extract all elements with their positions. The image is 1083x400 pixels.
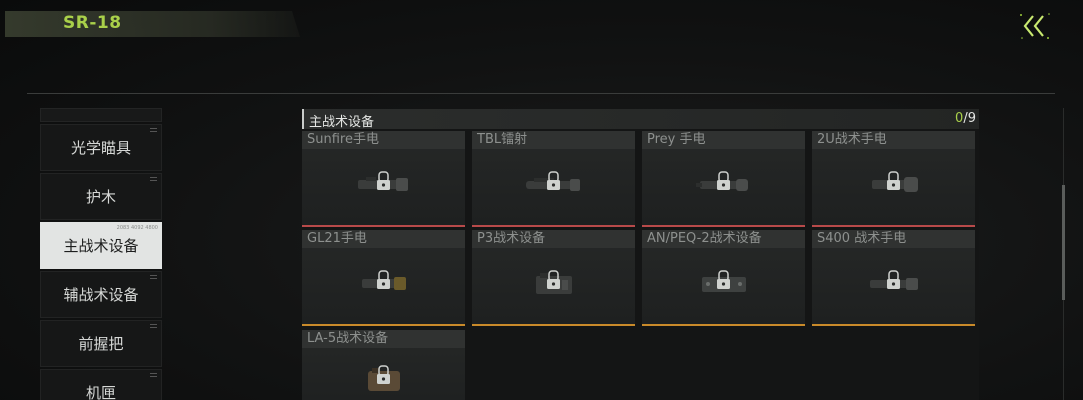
category-label: 护木 [85,188,116,206]
attachment-name: LA-5战术设备 [302,330,465,348]
corner-tick-icon [150,128,157,132]
corner-tick-icon [150,324,157,328]
attachment-card[interactable]: GL21手电 [302,230,465,326]
attachment-card[interactable]: TBL镭射 [472,131,635,227]
attachment-card[interactable]: 2U战术手电 [812,131,975,227]
panel-header: 主战术设备 0/9 [302,109,979,130]
back-button[interactable] [1016,8,1054,44]
attachment-name: P3战术设备 [472,230,635,248]
category-label: 主战术设备 [63,237,139,255]
category-handguard[interactable]: 护木 [40,173,162,220]
attachment-name: Prey 手电 [642,131,805,149]
category-secondary-tactical[interactable]: 辅战术设备 [40,271,162,318]
attachment-name: GL21手电 [302,230,465,248]
attachment-name: Sunfire手电 [302,131,465,149]
header-divider [27,93,1055,94]
category-list-top-cap [40,108,162,122]
flashlight-icon [357,170,408,191]
panel-title: 主战术设备 [309,115,375,130]
category-badge: 2083 4092 4800 [116,225,158,231]
laser-box-icon [535,269,572,294]
category-label: 光学瞄具 [70,139,131,157]
attachment-name: TBL镭射 [472,131,635,149]
attachment-card[interactable]: LA-5战术设备 [302,330,465,400]
corner-tick-icon [150,275,157,279]
attachment-name: AN/PEQ-2战术设备 [642,230,805,248]
corner-tick-icon [150,373,157,377]
category-label: 前握把 [78,335,124,353]
category-optics[interactable]: 光学瞄具 [40,124,162,171]
attachment-card[interactable]: S400 战术手电 [812,230,975,326]
category-foregrip[interactable]: 前握把 [40,320,162,367]
category-receiver[interactable]: 机匣 [40,369,162,400]
attachment-card[interactable]: P3战术设备 [472,230,635,326]
header-plate [5,11,300,37]
slot-count: 0/9 [955,111,976,126]
attachment-card[interactable]: Sunfire手电 [302,131,465,227]
corner-tick-icon [150,177,157,181]
flashlight-icon [871,170,918,192]
flashlight-icon [361,269,406,290]
double-chevron-left-icon [1020,13,1050,39]
attachment-name: S400 战术手电 [812,230,975,248]
category-label: 辅战术设备 [63,286,139,304]
attachment-name: 2U战术手电 [812,131,975,149]
attachment-card[interactable]: Prey 手电 [642,131,805,227]
slot-count-total: 9 [967,111,976,126]
attachment-card[interactable]: AN/PEQ-2战术设备 [642,230,805,326]
flashlight-icon [869,269,918,290]
category-list: 光学瞄具 护木 2083 4092 4800 主战术设备 辅战术设备 前握把 机… [40,108,162,400]
laser-icon [525,170,580,191]
weapon-title: SR-18 [63,13,122,33]
category-label: 机匣 [85,384,116,400]
laser-box-icon [701,269,746,292]
category-primary-tactical[interactable]: 2083 4092 4800 主战术设备 [40,222,162,269]
panel-scrollbar-thumb[interactable] [1062,185,1065,300]
laser-box-icon [367,365,400,392]
flashlight-icon [695,170,748,191]
